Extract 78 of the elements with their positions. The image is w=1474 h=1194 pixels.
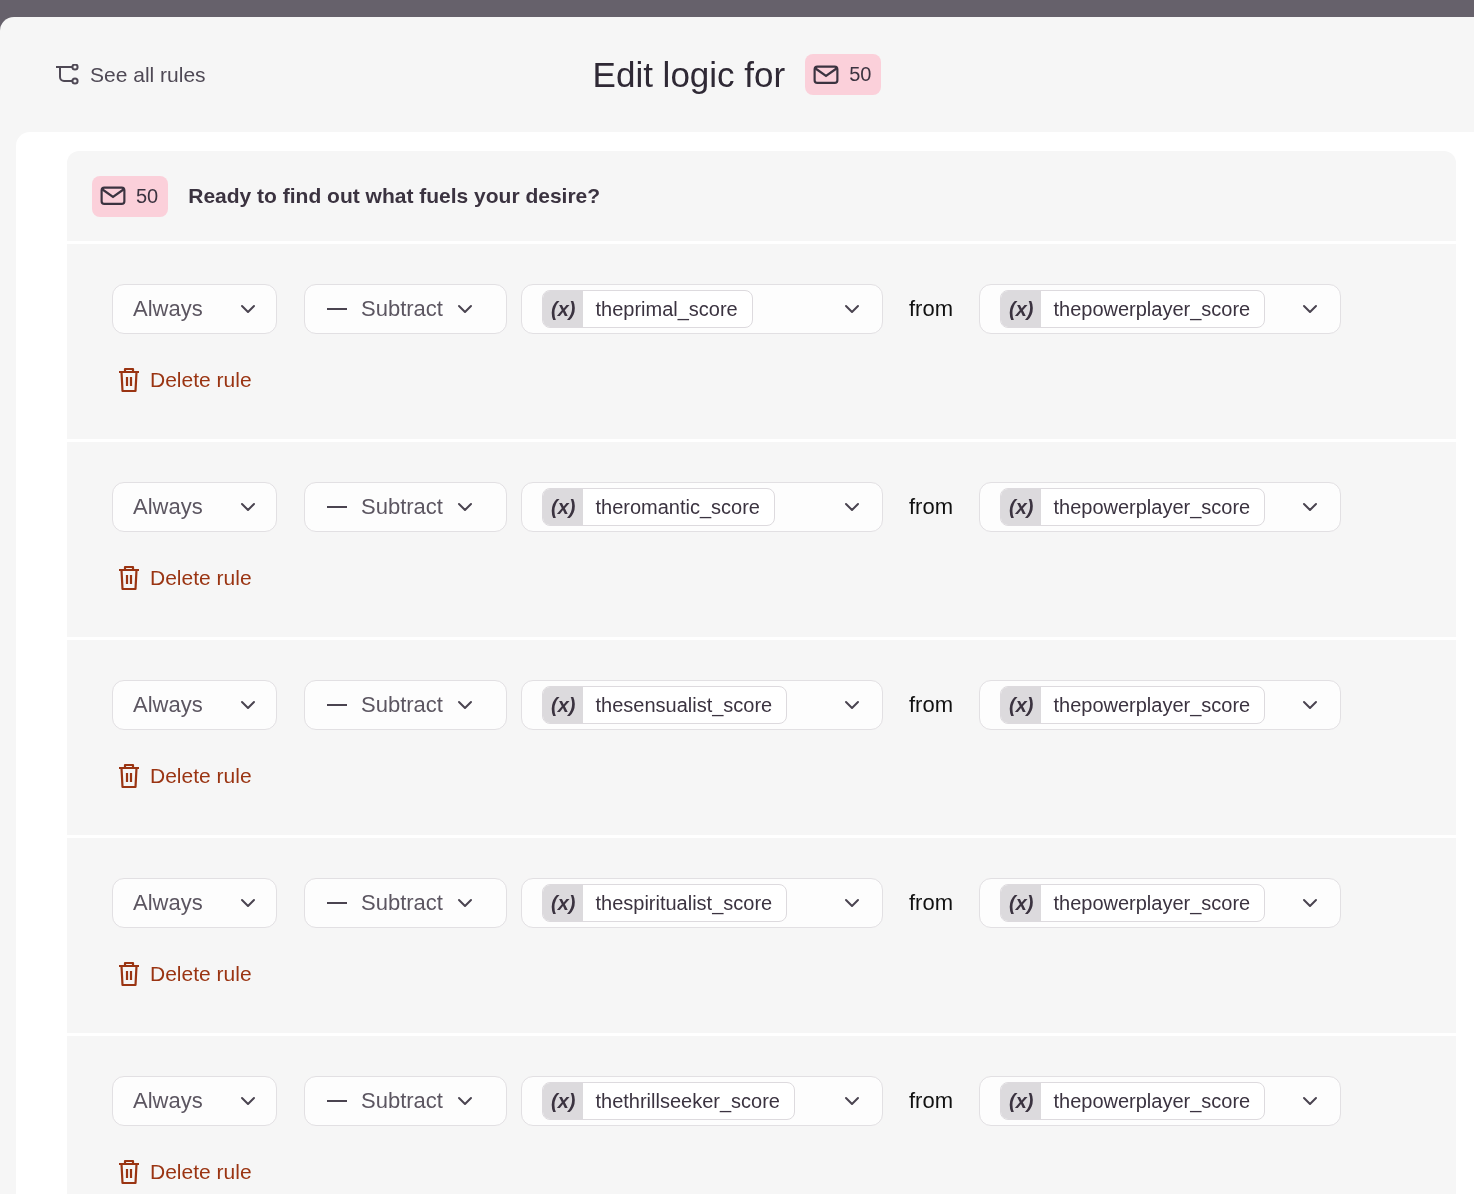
- condition-select[interactable]: Always: [112, 1076, 277, 1126]
- variable-chip: (x) thespiritualist_score: [542, 884, 788, 922]
- delete-rule-button[interactable]: Delete rule: [118, 961, 252, 987]
- question-badge: 50: [805, 54, 882, 95]
- trash-icon: [118, 961, 140, 987]
- chevron-down-icon: [456, 898, 473, 908]
- chevron-down-icon: [1302, 1096, 1318, 1106]
- target-select[interactable]: (x) thepowerplayer_score: [979, 284, 1341, 334]
- variable-chip: (x) theprimal_score: [542, 290, 753, 328]
- branch-icon: [54, 64, 80, 86]
- variable-select[interactable]: (x) thesensualist_score: [521, 680, 883, 730]
- target-select[interactable]: (x) thepowerplayer_score: [979, 482, 1341, 532]
- chevron-down-icon: [240, 502, 256, 512]
- variable-chip: (x) thepowerplayer_score: [1000, 1082, 1266, 1120]
- chevron-down-icon: [1302, 898, 1318, 908]
- variable-chip: (x) thesensualist_score: [542, 686, 788, 724]
- target-select[interactable]: (x) thepowerplayer_score: [979, 680, 1341, 730]
- condition-select[interactable]: Always: [112, 482, 277, 532]
- variable-select[interactable]: (x) thespiritualist_score: [521, 878, 883, 928]
- chevron-down-icon: [844, 700, 860, 710]
- chevron-down-icon: [844, 502, 860, 512]
- chevron-down-icon: [456, 304, 473, 314]
- variable-select[interactable]: (x) thethrillseeker_score: [521, 1076, 883, 1126]
- variable-chip: (x) thepowerplayer_score: [1000, 488, 1266, 526]
- condition-select[interactable]: Always: [112, 878, 277, 928]
- chevron-down-icon: [456, 700, 473, 710]
- trash-icon: [118, 1159, 140, 1185]
- delete-rule-button[interactable]: Delete rule: [118, 763, 252, 789]
- operation-select[interactable]: Subtract: [304, 680, 507, 730]
- condition-select[interactable]: Always: [112, 680, 277, 730]
- from-label: from: [909, 1088, 953, 1114]
- trash-icon: [118, 565, 140, 591]
- envelope-icon: [813, 64, 840, 85]
- trash-icon: [118, 367, 140, 393]
- target-select[interactable]: (x) thepowerplayer_score: [979, 1076, 1341, 1126]
- minus-icon: [327, 902, 347, 904]
- chevron-down-icon: [844, 898, 860, 908]
- operation-select[interactable]: Subtract: [304, 878, 507, 928]
- chevron-down-icon: [456, 1096, 473, 1106]
- chevron-down-icon: [844, 1096, 860, 1106]
- minus-icon: [327, 506, 347, 508]
- operation-select[interactable]: Subtract: [304, 1076, 507, 1126]
- chevron-down-icon: [456, 502, 473, 512]
- trash-icon: [118, 763, 140, 789]
- delete-rule-button[interactable]: Delete rule: [118, 367, 252, 393]
- from-label: from: [909, 692, 953, 718]
- condition-select[interactable]: Always: [112, 284, 277, 334]
- delete-rule-button[interactable]: Delete rule: [118, 1159, 252, 1185]
- chevron-down-icon: [240, 700, 256, 710]
- delete-rule-button[interactable]: Delete rule: [118, 565, 252, 591]
- variable-chip: (x) thepowerplayer_score: [1000, 884, 1266, 922]
- from-label: from: [909, 890, 953, 916]
- see-all-rules-link[interactable]: See all rules: [54, 63, 206, 87]
- question-text: Ready to find out what fuels your desire?: [188, 184, 601, 208]
- variable-select[interactable]: (x) theromantic_score: [521, 482, 883, 532]
- variable-chip: (x) theromantic_score: [542, 488, 775, 526]
- variable-chip: (x) thepowerplayer_score: [1000, 290, 1266, 328]
- target-select[interactable]: (x) thepowerplayer_score: [979, 878, 1341, 928]
- from-label: from: [909, 494, 953, 520]
- from-label: from: [909, 296, 953, 322]
- chevron-down-icon: [844, 304, 860, 314]
- variable-chip: (x) thethrillseeker_score: [542, 1082, 795, 1120]
- chevron-down-icon: [1302, 502, 1318, 512]
- chevron-down-icon: [1302, 304, 1318, 314]
- page-title: Edit logic for: [592, 54, 786, 95]
- chevron-down-icon: [240, 1096, 256, 1106]
- minus-icon: [327, 704, 347, 706]
- variable-select[interactable]: (x) theprimal_score: [521, 284, 883, 334]
- chevron-down-icon: [240, 898, 256, 908]
- question-badge: 50: [92, 175, 169, 217]
- minus-icon: [327, 1100, 347, 1102]
- minus-icon: [327, 308, 347, 310]
- chevron-down-icon: [1302, 700, 1318, 710]
- operation-select[interactable]: Subtract: [304, 482, 507, 532]
- variable-chip: (x) thepowerplayer_score: [1000, 686, 1266, 724]
- chevron-down-icon: [240, 304, 256, 314]
- operation-select[interactable]: Subtract: [304, 284, 507, 334]
- envelope-icon: [100, 186, 126, 206]
